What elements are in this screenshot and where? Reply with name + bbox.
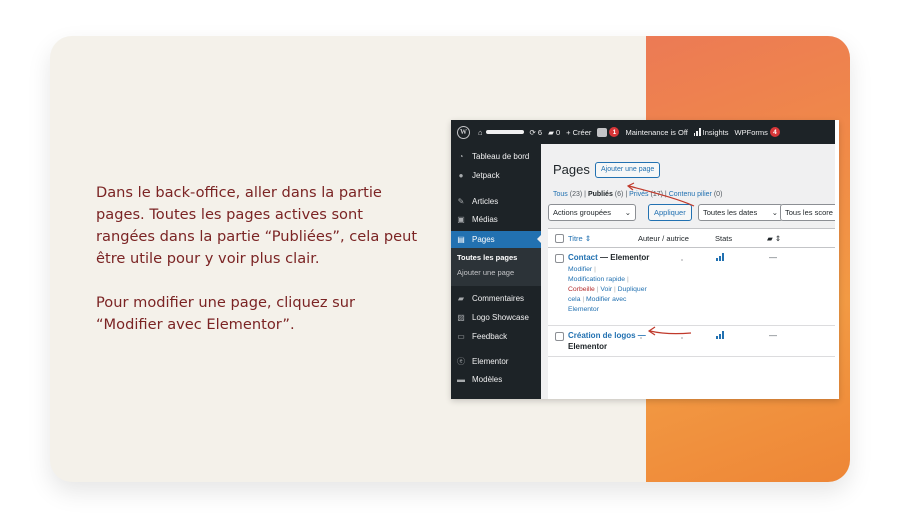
wpforms-link[interactable]: WPForms 4 xyxy=(735,127,780,137)
pages-submenu: Toutes les pages Ajouter une page xyxy=(451,248,541,286)
wordpress-logo-icon[interactable]: W xyxy=(457,125,470,139)
pages-table: Titre ⇕ Auteur / autrice Stats ▰ ⇕ Conta… xyxy=(548,228,839,399)
edit-with-elementor-link-cont[interactable]: Elementor xyxy=(568,306,599,313)
media-icon: ▣ xyxy=(457,214,465,224)
column-author: Auteur / autrice xyxy=(638,234,689,243)
jetpack-icon: ● xyxy=(458,170,464,180)
sidebar-item-comments[interactable]: ▰ Commentaires xyxy=(451,290,541,306)
sidebar-item-feedback[interactable]: ▭ Feedback xyxy=(451,328,541,344)
filter-all[interactable]: Tous xyxy=(553,191,570,198)
folder-icon: ▬ xyxy=(457,374,465,384)
chevron-down-icon: ⌄ xyxy=(624,208,631,217)
image-icon: ▨ xyxy=(457,312,465,322)
row-checkbox[interactable] xyxy=(555,254,564,263)
page-title: Pages xyxy=(553,162,590,177)
wpforms-badge: 4 xyxy=(769,127,780,137)
new-content-link[interactable]: + Créer xyxy=(566,128,591,137)
column-stats: Stats xyxy=(715,234,733,243)
maintenance-status[interactable]: Maintenance is Off xyxy=(625,128,687,137)
filter-pillar-content[interactable]: Contenu pilier xyxy=(669,191,712,198)
sidebar-item-dashboard[interactable]: ◔ Tableau de bord xyxy=(451,148,541,164)
redacted-author xyxy=(640,259,642,261)
sidebar-item-medias[interactable]: ▣ Médias xyxy=(451,211,541,227)
filter-private[interactable]: Privés xyxy=(629,191,648,198)
yoast-link[interactable]: 1 xyxy=(597,127,620,137)
stats-icon[interactable] xyxy=(716,253,724,261)
sidebar-item-pages[interactable]: ▤ Pages xyxy=(451,231,542,248)
yoast-badge: 1 xyxy=(609,127,620,137)
row-title-suffix: Elementor xyxy=(568,342,608,351)
duplicate-link-cont[interactable]: cela xyxy=(568,296,580,303)
edit-with-elementor-link[interactable]: Modifier avec xyxy=(586,296,626,303)
status-filters: Tous (23) | Publiés (6) | Privés (17) | … xyxy=(553,191,723,198)
updates-link[interactable]: ⟳ 6 xyxy=(530,128,543,137)
comments-count: — xyxy=(769,253,777,262)
plus-icon: + xyxy=(566,127,571,137)
bar-chart-icon xyxy=(693,128,701,136)
column-title[interactable]: Titre ⇕ xyxy=(568,234,591,243)
sidebar-item-logo-showcase[interactable]: ▨ Logo Showcase xyxy=(451,309,541,325)
elementor-icon: ⓔ xyxy=(457,356,465,366)
instruction-text: Dans le back-office, aller dans la parti… xyxy=(96,182,426,358)
chevron-down-icon: ⌄ xyxy=(771,208,778,217)
bulk-actions-select[interactable]: Actions groupées ⌄ xyxy=(548,204,636,221)
screenshot-edge xyxy=(835,120,839,399)
admin-sidebar: ◔ Tableau de bord ● Jetpack ✎ Articles ▣ Méd… xyxy=(451,144,542,399)
instruction-paragraph-1: Dans le back-office, aller dans la parti… xyxy=(96,184,418,267)
admin-bar: W ⌂ ⟳ 6 ▰ 0 + Créer 1 Maintenance is Off… xyxy=(451,120,839,144)
comment-bubble-icon: ▰ xyxy=(767,234,773,243)
submenu-add-page[interactable]: Ajouter une page xyxy=(457,268,514,277)
redacted-site-name xyxy=(485,130,524,134)
dashboard-icon: ◔ xyxy=(458,151,464,161)
row-title[interactable]: Création de logos — xyxy=(568,331,646,340)
trash-link[interactable]: Corbeille xyxy=(568,286,595,293)
apply-button[interactable]: Appliquer xyxy=(648,204,692,221)
select-all-checkbox[interactable] xyxy=(555,234,564,243)
updates-icon: ⟳ xyxy=(529,127,536,137)
pages-icon: ▤ xyxy=(457,235,465,244)
comments-count: — xyxy=(769,331,777,340)
comments-link[interactable]: ▰ 0 xyxy=(548,128,560,137)
stats-icon[interactable] xyxy=(716,331,724,339)
sidebar-item-jetpack[interactable]: ● Jetpack xyxy=(451,167,541,183)
row-checkbox[interactable] xyxy=(555,332,564,341)
row-actions: Modifier | Modification rapide | Corbeil… xyxy=(568,266,647,313)
yoast-icon xyxy=(597,127,608,137)
quick-edit-link[interactable]: Modification rapide xyxy=(568,276,625,283)
sidebar-item-elementor[interactable]: ⓔ Elementor xyxy=(451,353,541,369)
add-page-button[interactable]: Ajouter une page xyxy=(595,162,661,178)
instruction-paragraph-2: Pour modifier une page, cliquez sur “Mod… xyxy=(96,294,355,333)
sort-icon: ⇕ xyxy=(584,234,592,243)
site-home-icon[interactable]: ⌂ xyxy=(478,128,524,137)
duplicate-link[interactable]: Dupliquer xyxy=(618,286,647,293)
edit-link[interactable]: Modifier xyxy=(568,266,592,273)
comment-icon: ▰ xyxy=(457,293,465,303)
wordpress-screenshot: W ⌂ ⟳ 6 ▰ 0 + Créer 1 Maintenance is Off… xyxy=(451,120,839,399)
comment-bubble-icon: ▰ xyxy=(548,127,554,137)
view-link[interactable]: Voir xyxy=(600,286,612,293)
seo-score-select[interactable]: Tous les score xyxy=(780,204,839,221)
pin-icon: ✎ xyxy=(457,196,465,206)
submenu-all-pages[interactable]: Toutes les pages xyxy=(457,253,517,262)
redacted-author xyxy=(681,259,683,261)
sidebar-item-modeles[interactable]: ▬ Modèles xyxy=(451,371,541,387)
content-card: Dans le back-office, aller dans la parti… xyxy=(50,36,850,482)
date-filter-select[interactable]: Toutes les dates ⌄ xyxy=(698,204,783,221)
feedback-icon: ▭ xyxy=(457,331,465,341)
column-comments[interactable]: ▰ ⇕ xyxy=(767,234,781,243)
redacted-author xyxy=(681,337,683,339)
redacted-author xyxy=(640,337,642,339)
filter-published[interactable]: Publiés xyxy=(588,191,613,198)
sidebar-item-articles[interactable]: ✎ Articles xyxy=(451,193,541,209)
insights-link[interactable]: Insights xyxy=(693,128,729,137)
table-row: Création de logos — Elementor — xyxy=(548,326,839,357)
table-header: Titre ⇕ Auteur / autrice Stats ▰ ⇕ xyxy=(548,229,839,248)
sort-icon: ⇕ xyxy=(774,234,782,243)
table-row: Contact — Elementor Modifier | Modificat… xyxy=(548,248,839,326)
pages-main: Pages Ajouter une page Tous (23) | Publi… xyxy=(541,144,839,399)
row-title[interactable]: Contact — Elementor xyxy=(568,253,649,262)
